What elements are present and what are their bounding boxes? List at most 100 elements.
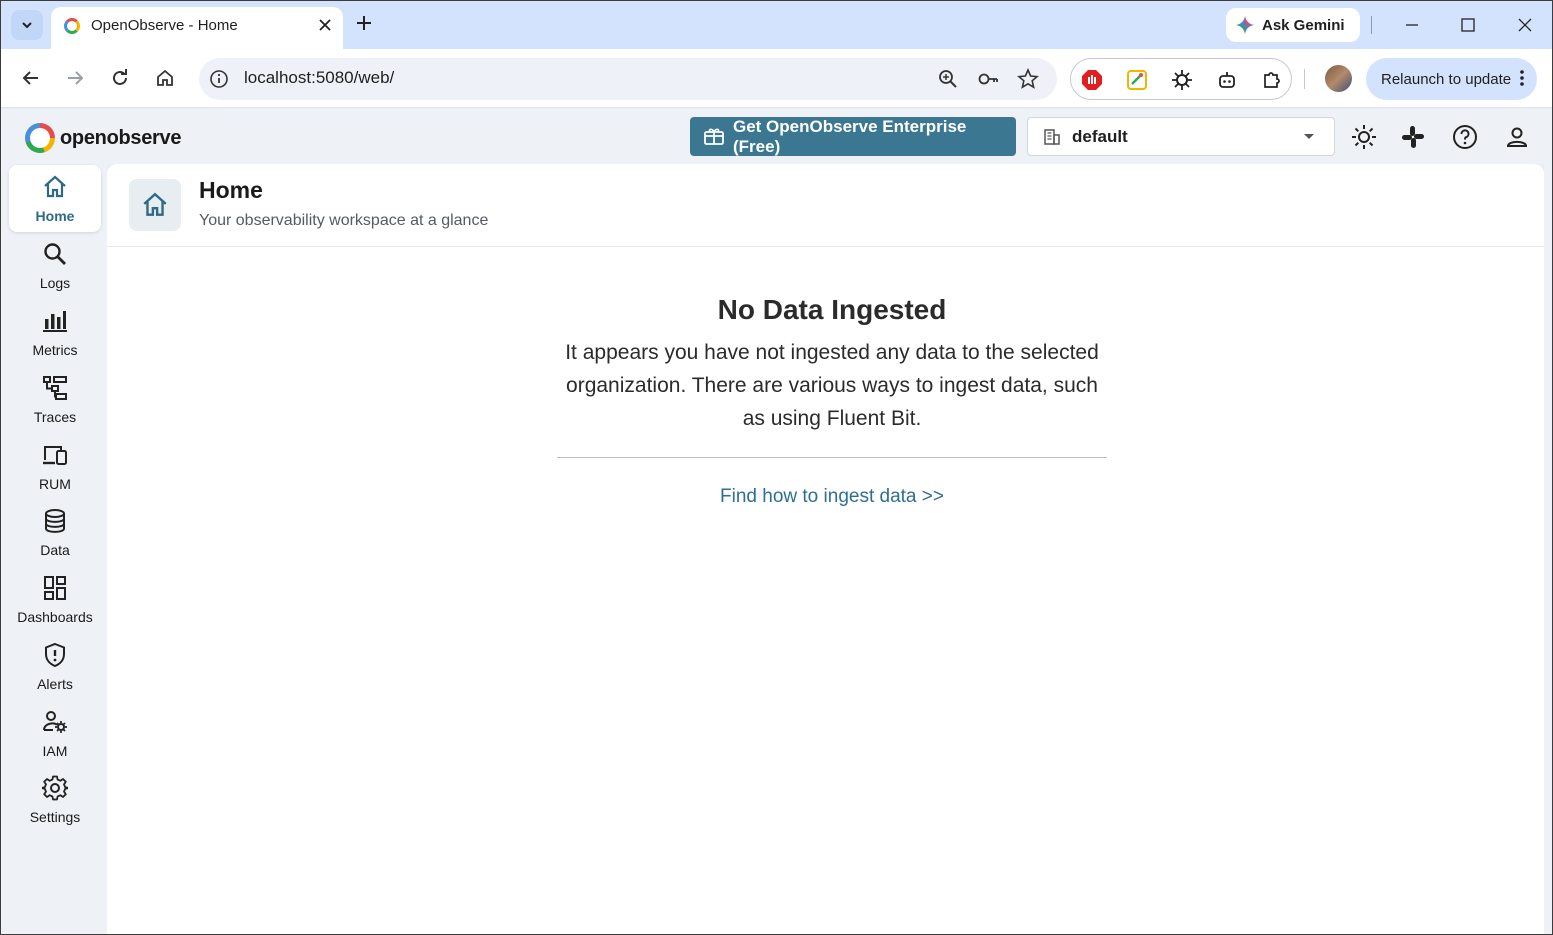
relaunch-button[interactable]: Relaunch to update: [1366, 58, 1537, 100]
page-header: Home Your observability workspace at a g…: [107, 164, 1544, 247]
theme-toggle-button[interactable]: [1350, 123, 1378, 151]
home-icon: [143, 192, 167, 216]
openobserve-logo[interactable]: openobserve: [25, 123, 181, 153]
sidebar-item-label: RUM: [39, 476, 71, 492]
minimize-icon: [1406, 24, 1418, 26]
logo-text: openobserve: [60, 126, 182, 149]
minimize-button[interactable]: [1397, 11, 1427, 39]
get-enterprise-label: Get OpenObserve Enterprise (Free): [733, 116, 967, 156]
sidebar-item-logs[interactable]: Logs: [9, 232, 101, 299]
password-key-icon[interactable]: [977, 68, 999, 90]
tab-search-button[interactable]: [11, 10, 43, 40]
address-bar[interactable]: localhost:5080/web/: [199, 58, 1057, 100]
sidebar-item-label: Logs: [39, 275, 71, 291]
sun-icon: [1352, 125, 1376, 149]
sidebar-item-iam[interactable]: IAM: [9, 700, 101, 767]
robot-extension-icon[interactable]: [1216, 69, 1238, 91]
user-menu-button[interactable]: [1503, 123, 1531, 151]
building-icon: [1044, 129, 1060, 145]
gear-icon: [41, 774, 69, 802]
sidebar-item-label: Alerts: [37, 676, 73, 692]
sidebar-item-dashboards[interactable]: Dashboards: [9, 566, 101, 633]
search-icon: [41, 240, 69, 268]
sidebar-item-rum[interactable]: RUM: [9, 433, 101, 500]
site-info-icon[interactable]: [209, 69, 229, 89]
new-tab-button[interactable]: [356, 11, 372, 37]
sidebar-item-metrics[interactable]: Metrics: [9, 299, 101, 366]
close-icon: [319, 19, 331, 31]
close-icon: [1518, 18, 1532, 32]
slack-icon: [1402, 126, 1424, 148]
sidebar: Home Logs Metrics Traces RUM Data Dashbo…: [1, 164, 107, 934]
get-enterprise-button[interactable]: Get OpenObserve Enterprise (Free): [690, 117, 1016, 156]
browser-tab[interactable]: OpenObserve - Home: [51, 7, 343, 49]
home-icon: [157, 69, 173, 86]
browser-toolbar: localhost:5080/web/ Relaunch to update: [1, 49, 1552, 108]
help-circle-icon: [1453, 125, 1477, 149]
profile-avatar[interactable]: [1325, 65, 1352, 92]
back-button[interactable]: [19, 66, 43, 90]
empty-state-title: No Data Ingested: [717, 294, 947, 325]
sunburst-extension-icon[interactable]: [1171, 69, 1193, 91]
sidebar-item-home[interactable]: Home: [9, 165, 101, 232]
plus-icon: [357, 16, 371, 30]
empty-state-divider: [557, 457, 1107, 458]
slack-button[interactable]: [1399, 123, 1427, 151]
app-header: openobserve Get OpenObserve Enterprise (…: [1, 109, 1552, 164]
right-gutter: [1544, 164, 1552, 934]
home-icon: [41, 173, 69, 201]
forward-button[interactable]: [63, 66, 87, 90]
users-gear-icon: [41, 708, 69, 736]
tab-close-button[interactable]: [319, 15, 331, 35]
maximize-button[interactable]: [1453, 11, 1483, 39]
sidebar-item-label: Dashboards: [17, 609, 93, 625]
ask-gemini-label: Ask Gemini: [1262, 16, 1345, 34]
sidebar-item-label: Data: [40, 542, 70, 558]
user-icon: [1506, 127, 1528, 147]
sidebar-item-settings[interactable]: Settings: [9, 766, 101, 833]
bookmark-star-icon[interactable]: [1017, 68, 1039, 90]
page-title: Home: [199, 177, 263, 203]
traces-icon: [41, 374, 69, 402]
tab-title: OpenObserve - Home: [91, 17, 238, 34]
caret-down-icon: [1304, 134, 1314, 139]
gift-icon: [704, 128, 724, 145]
reload-icon: [113, 69, 127, 85]
tab-strip-divider: [1371, 16, 1372, 34]
empty-state-text: It appears you have not ingested any dat…: [565, 341, 1099, 430]
sidebar-item-label: Metrics: [32, 342, 78, 358]
sidebar-item-label: Traces: [33, 409, 77, 425]
url-text[interactable]: localhost:5080/web/: [244, 68, 394, 88]
page-icon: [129, 179, 181, 231]
arrow-left-icon: [22, 71, 38, 85]
ask-gemini-button[interactable]: Ask Gemini: [1226, 8, 1360, 42]
window-close-button[interactable]: [1510, 11, 1540, 39]
extensions-area: [1070, 58, 1292, 100]
sidebar-item-traces[interactable]: Traces: [9, 366, 101, 433]
help-button[interactable]: [1451, 123, 1479, 151]
main-content: Home Your observability workspace at a g…: [107, 164, 1544, 934]
bar-chart-icon: [41, 307, 69, 335]
sidebar-item-data[interactable]: Data: [9, 499, 101, 566]
extensions-puzzle-icon[interactable]: [1261, 69, 1283, 91]
toolbar-divider: [1304, 69, 1305, 89]
openobserve-favicon-icon: [64, 18, 80, 34]
gemini-sparkle-icon: [1236, 16, 1254, 34]
sidebar-item-alerts[interactable]: Alerts: [9, 633, 101, 700]
organization-select[interactable]: default: [1027, 117, 1335, 156]
adblock-extension-icon[interactable]: [1081, 69, 1103, 91]
zoom-icon[interactable]: [937, 68, 959, 90]
tab-strip: OpenObserve - Home Ask Gemini: [1, 1, 1552, 49]
dashboard-icon: [41, 574, 69, 602]
reload-button[interactable]: [108, 66, 132, 90]
relaunch-label: Relaunch to update: [1381, 70, 1512, 88]
database-icon: [41, 507, 69, 535]
ingest-data-link[interactable]: Find how to ingest data >>: [720, 486, 944, 508]
page-subtitle: Your observability workspace at a glance: [199, 212, 489, 229]
home-button[interactable]: [153, 66, 177, 90]
color-picker-extension-icon[interactable]: [1126, 69, 1148, 91]
sidebar-item-label: Home: [35, 208, 75, 224]
browser-window: OpenObserve - Home Ask Gemini localhost:…: [0, 0, 1553, 935]
openobserve-logo-icon: [25, 123, 55, 153]
sidebar-item-label: IAM: [42, 743, 68, 759]
